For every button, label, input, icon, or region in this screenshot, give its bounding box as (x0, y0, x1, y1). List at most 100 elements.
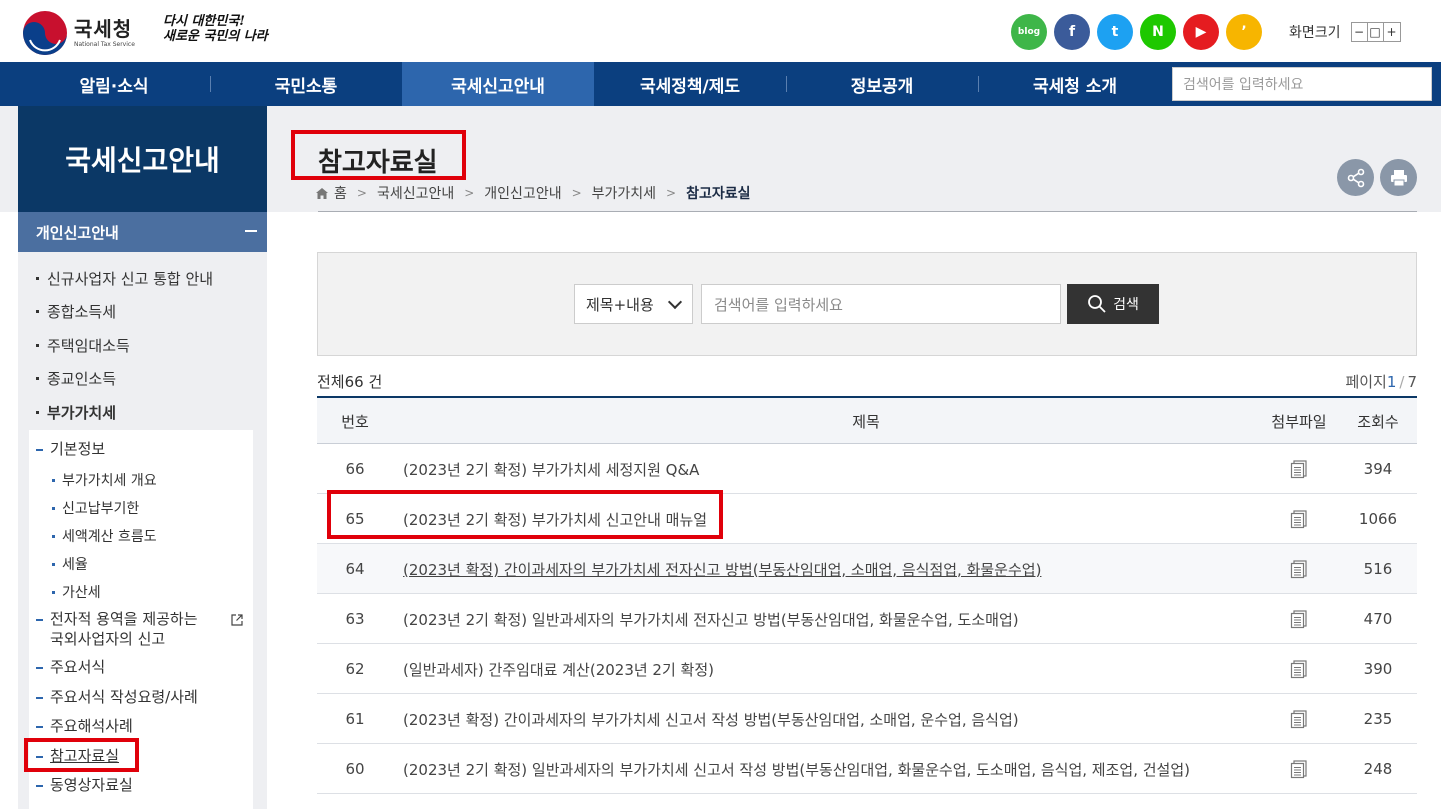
twitter-icon[interactable]: t (1097, 14, 1133, 50)
nav-item-news[interactable]: 알림·소식 (18, 62, 210, 106)
row-title-link[interactable]: (2023년 2기 확정) 일반과세자의 부가가치세 전자신고 방법(부동산임대… (403, 594, 1019, 644)
sidebar-subsubitem-label: 세율 (62, 557, 88, 573)
sidebar-subitem-label: 동영상자료실 (50, 776, 133, 794)
sns-links: blog f t N ▶’ (1011, 14, 1262, 50)
sidebar-subsubitem[interactable]: 신고납부기한 (52, 498, 139, 518)
total-pages: 7 (1407, 373, 1417, 391)
table-row[interactable]: 63 (2023년 2기 확정) 일반과세자의 부가가치세 전자신고 방법(부동산… (317, 594, 1417, 644)
nav-item-disclosure[interactable]: 정보공개 (786, 62, 978, 106)
blog-icon[interactable]: blog (1011, 14, 1047, 50)
sidebar-item[interactable]: 주택임대소득 (36, 335, 130, 356)
row-number: 64 (345, 560, 365, 578)
sidebar-item-vat[interactable]: 부가가치세 (36, 402, 116, 423)
sidebar-item-label: 부가가치세 (47, 404, 117, 422)
search-button-label: 검색 (1113, 297, 1139, 313)
search-icon (1088, 295, 1106, 313)
sidebar-subsubitem-label: 세액계산 흐름도 (62, 529, 157, 545)
sidebar-section-header[interactable]: 개인신고안내 (18, 212, 267, 252)
column-header-attachment: 첨부파일 (1271, 412, 1327, 431)
highlight-box-title (291, 130, 466, 180)
share-button[interactable] (1337, 159, 1374, 196)
site-header: 국세청 National Tax Service 다시 대한민국! 새로운 국민… (0, 0, 1441, 62)
breadcrumb-item[interactable]: 개인신고안내 (484, 183, 561, 203)
breadcrumb-item[interactable]: 국세신고안내 (377, 183, 454, 203)
collapse-icon (245, 230, 257, 232)
youtube-icon[interactable]: ▶ (1183, 14, 1219, 50)
facebook-icon[interactable]: f (1054, 14, 1090, 50)
attachment-file-icon[interactable] (1289, 559, 1309, 579)
chevron-right-icon: > (464, 186, 475, 200)
row-title-link[interactable]: (2023년 2기 확정) 부가가치세 세정지원 Q&A (403, 444, 699, 494)
sidebar-subsubitem[interactable]: 세율 (52, 554, 88, 574)
row-number: 61 (345, 710, 365, 728)
search-button[interactable]: 검색 (1067, 284, 1159, 324)
printer-icon (1390, 169, 1407, 186)
row-views: 235 (1363, 710, 1393, 728)
font-size-label: 화면크기 (1289, 25, 1341, 41)
board-search-input[interactable]: 검색어를 입력하세요 (701, 284, 1061, 324)
row-title-link[interactable]: (2023년 2기 확정) 일반과세자의 부가가치세 신고서 작성 방법(부동산… (403, 744, 1190, 794)
kakao-story-icon[interactable]: ’ (1226, 14, 1262, 50)
sidebar-subitem[interactable]: 기본정보 (36, 439, 105, 459)
sidebar-subitem[interactable]: 주요서식 (36, 657, 105, 677)
sidebar-item[interactable]: 신규사업자 신고 통합 안내 (36, 268, 213, 289)
slogan: 다시 대한민국! 새로운 국민의 나라 (163, 14, 268, 44)
row-title-link[interactable]: (2023년 확정) 간이과세자의 부가가치세 전자신고 방법(부동산임대업, … (403, 544, 1041, 594)
sidebar-item[interactable]: 종합소득세 (36, 301, 116, 322)
row-views: 1066 (1358, 510, 1398, 528)
logo-subtitle: National Tax Service (74, 40, 135, 48)
sidebar-subitem[interactable]: 전자적 용역을 제공하는 국외사업자의 신고 (36, 609, 216, 649)
page-indicator: 페이지1/7 (1345, 371, 1417, 392)
print-button[interactable] (1380, 159, 1417, 196)
total-label: 전체 (317, 373, 345, 391)
sidebar-subsubitem[interactable]: 부가가치세 개요 (52, 470, 157, 490)
breadcrumb: 홈 > 국세신고안내 > 개인신고안내 > 부가가치세 > 참고자료실 (316, 183, 751, 203)
sidebar-item-label: 신규사업자 신고 통합 안내 (47, 270, 214, 288)
sidebar-item[interactable]: 종교인소득 (36, 368, 116, 389)
row-title-link[interactable]: (일반과세자) 간주임대료 계산(2023년 2기 확정) (403, 644, 714, 694)
slogan-line-1: 다시 대한민국! (163, 14, 245, 29)
sidebar-subitem[interactable]: 주요해석사례 (36, 716, 133, 736)
global-search-input[interactable]: 검색어를 입력하세요 (1172, 67, 1432, 101)
chevron-down-icon (667, 294, 683, 310)
naver-post-icon[interactable]: N (1140, 14, 1176, 50)
nav-item-about[interactable]: 국세청 소개 (978, 62, 1172, 106)
nav-item-tax-filing[interactable]: 국세신고안내 (402, 62, 594, 106)
sidebar-item-label: 주택임대소득 (47, 337, 130, 355)
font-size-decrease-button[interactable]: − (1352, 23, 1368, 41)
nav-item-communication[interactable]: 국민소통 (210, 62, 402, 106)
font-size-increase-button[interactable]: + (1384, 23, 1400, 41)
attachment-file-icon[interactable] (1289, 759, 1309, 779)
breadcrumb-item[interactable]: 부가가치세 (592, 183, 656, 203)
font-size-control: 화면크기 − □ + (1289, 22, 1401, 42)
site-logo[interactable]: 국세청 National Tax Service (22, 10, 135, 56)
sidebar-subitem-label: 기본정보 (50, 440, 106, 458)
nts-emblem-icon (23, 11, 67, 55)
attachment-file-icon[interactable] (1289, 709, 1309, 729)
row-number: 63 (345, 610, 365, 628)
table-row[interactable]: 62 (일반과세자) 간주임대료 계산(2023년 2기 확정) 390 (317, 644, 1417, 694)
column-header-views: 조회수 (1357, 412, 1399, 431)
sidebar-subitem[interactable]: 주요서식 작성요령/사례 (36, 687, 198, 707)
sidebar-subitem-label: 주요서식 작성요령/사례 (50, 688, 198, 706)
breadcrumb-current: 참고자료실 (686, 186, 751, 202)
sidebar-subsubitem[interactable]: 세액계산 흐름도 (52, 526, 157, 546)
table-row[interactable]: 61 (2023년 확정) 간이과세자의 부가가치세 신고서 작성 방법(부동산임… (317, 694, 1417, 744)
sidebar-subsubitem[interactable]: 가산세 (52, 582, 101, 602)
sidebar-item-label: 종교인소득 (47, 370, 117, 388)
sidebar-subitem[interactable]: 동영상자료실 (36, 775, 133, 795)
search-scope-select[interactable]: 제목+내용 (574, 284, 693, 324)
column-header-title: 제목 (852, 412, 880, 431)
row-title-link[interactable]: (2023년 확정) 간이과세자의 부가가치세 신고서 작성 방법(부동산임대업… (403, 694, 1019, 744)
attachment-file-icon[interactable] (1289, 509, 1309, 529)
table-row[interactable]: 60 (2023년 2기 확정) 일반과세자의 부가가치세 신고서 작성 방법(부… (317, 744, 1417, 794)
nav-item-tax-policy[interactable]: 국세정책/제도 (594, 62, 786, 106)
breadcrumb-home[interactable]: 홈 (334, 183, 347, 203)
row-views: 516 (1363, 560, 1393, 578)
table-row[interactable]: 64 (2023년 확정) 간이과세자의 부가가치세 전자신고 방법(부동산임대업… (317, 544, 1417, 594)
table-row[interactable]: 66 (2023년 2기 확정) 부가가치세 세정지원 Q&A 394 (317, 444, 1417, 494)
attachment-file-icon[interactable] (1289, 609, 1309, 629)
font-size-reset-button[interactable]: □ (1368, 23, 1384, 41)
attachment-file-icon[interactable] (1289, 659, 1309, 679)
attachment-file-icon[interactable] (1289, 459, 1309, 479)
